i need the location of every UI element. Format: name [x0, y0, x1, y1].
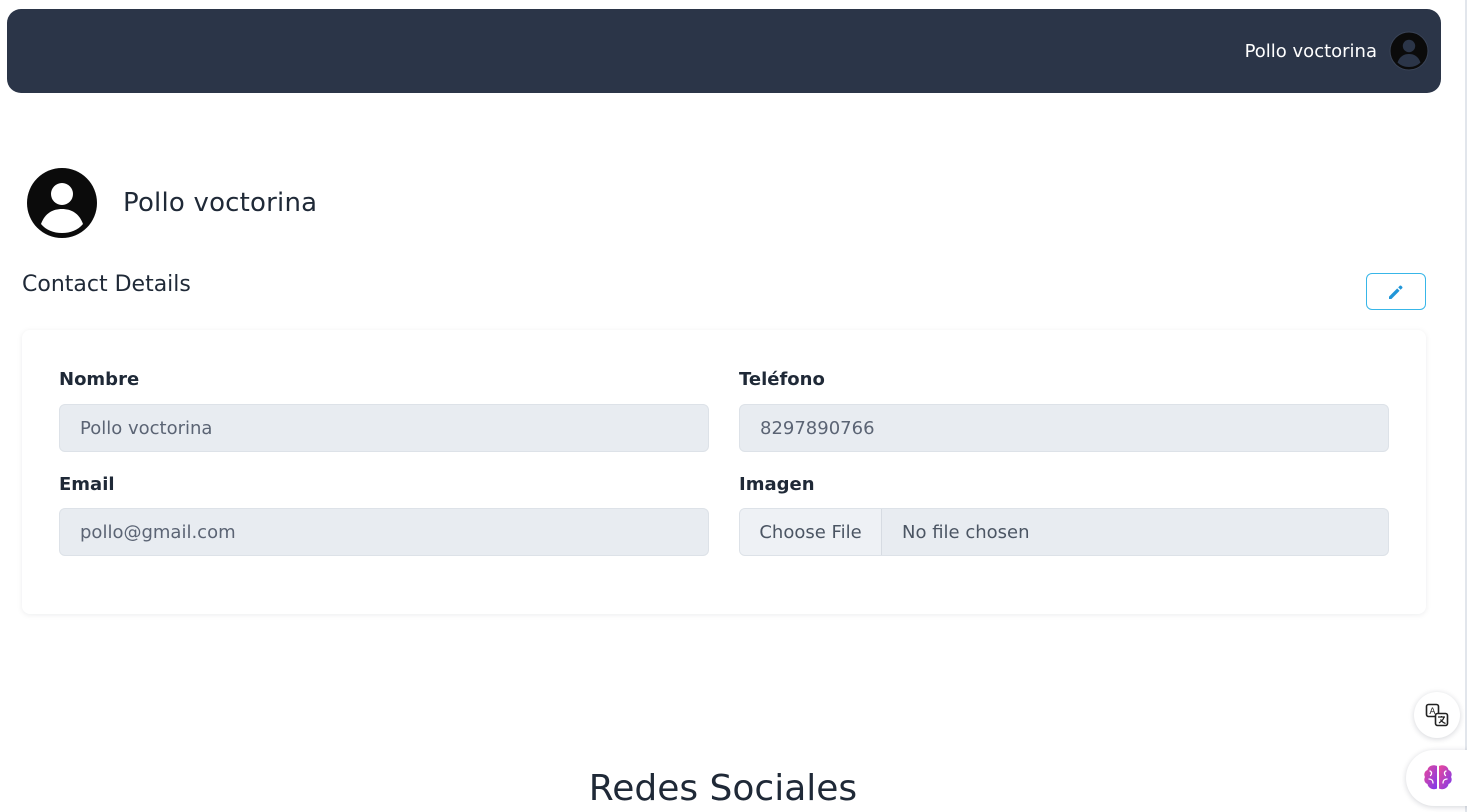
translate-button[interactable]: A: [1414, 692, 1460, 738]
user-menu[interactable]: Pollo voctorina: [1245, 31, 1429, 71]
contact-details-card: Nombre Teléfono Email Imagen Choose File…: [22, 330, 1426, 614]
file-status: No file chosen: [902, 521, 1030, 543]
navbar-user-name: Pollo voctorina: [1244, 40, 1377, 62]
social-title: Redes Sociales: [588, 768, 858, 809]
translate-icon: A: [1425, 703, 1449, 727]
profile-header: Pollo voctorina: [26, 167, 317, 239]
imagen-file-input[interactable]: Choose File No file chosen: [739, 508, 1389, 556]
imagen-label: Imagen: [739, 474, 815, 495]
email-field[interactable]: [59, 508, 709, 556]
top-navbar: Pollo voctorina: [7, 9, 1441, 93]
pencil-icon: [1389, 285, 1403, 299]
profile-name: Pollo voctorina: [123, 188, 318, 218]
contact-details-title: Contact Details: [22, 272, 191, 297]
nombre-field[interactable]: [59, 404, 709, 452]
telefono-field[interactable]: [739, 404, 1389, 452]
edit-button[interactable]: [1366, 273, 1426, 310]
nombre-label: Nombre: [59, 369, 140, 390]
telefono-label: Teléfono: [739, 369, 825, 390]
choose-file-button[interactable]: Choose File: [740, 509, 882, 555]
email-label: Email: [59, 474, 115, 495]
user-circle-icon[interactable]: [1389, 31, 1429, 71]
user-circle-icon: [27, 168, 97, 238]
